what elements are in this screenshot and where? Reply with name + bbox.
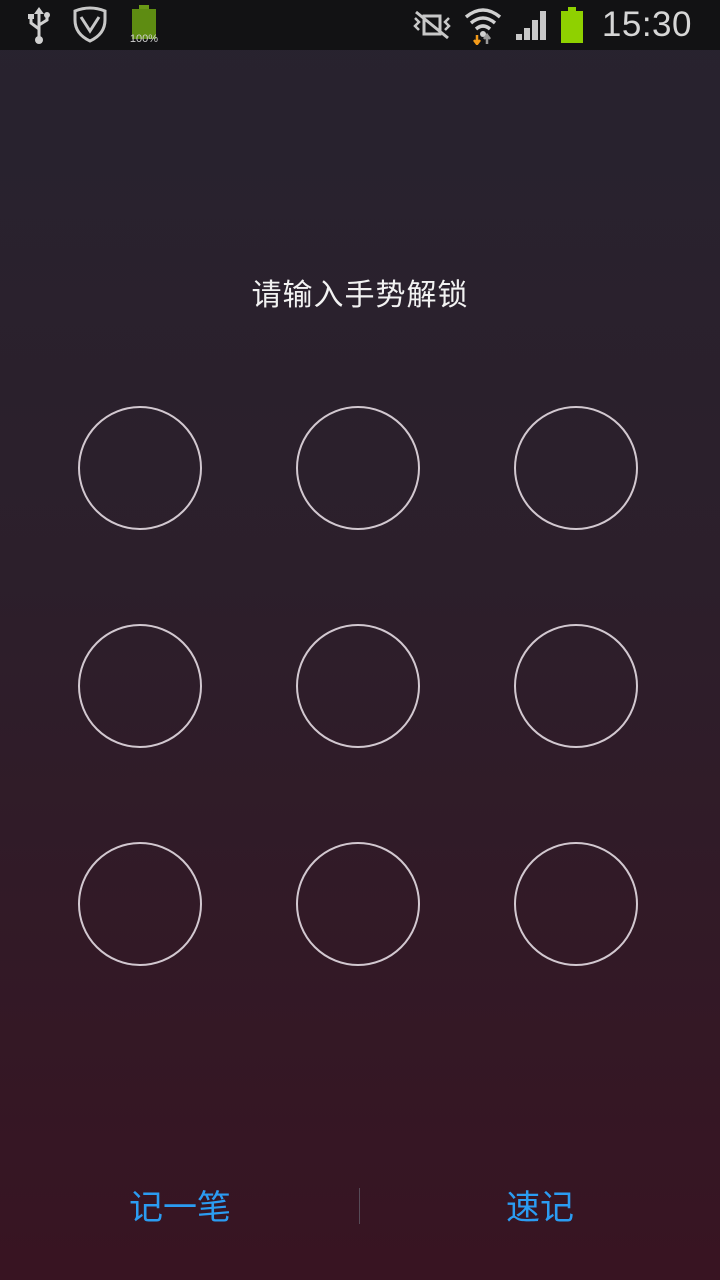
gesture-unlock-prompt: 请输入手势解锁 xyxy=(251,278,469,313)
shield-icon xyxy=(72,6,108,44)
pattern-dot-5[interactable] xyxy=(296,624,420,748)
battery-icon xyxy=(560,6,584,44)
quick-note-button[interactable]: 记一笔 xyxy=(0,1168,360,1248)
pattern-dot-7[interactable] xyxy=(78,842,202,966)
battery-small-percent: 100% xyxy=(129,33,159,45)
status-right: 15:30 xyxy=(412,0,692,50)
pattern-dot-6[interactable] xyxy=(514,624,638,748)
vibrate-mute-icon xyxy=(412,10,452,40)
status-left: 100% xyxy=(24,0,162,50)
pattern-dot-1[interactable] xyxy=(78,406,202,530)
pattern-dot-2[interactable] xyxy=(296,406,420,530)
status-bar: 100% 15:30 xyxy=(0,0,720,50)
pattern-dot-4[interactable] xyxy=(78,624,202,748)
wifi-icon xyxy=(464,5,502,45)
pattern-dot-9[interactable] xyxy=(514,842,638,966)
memo-button[interactable]: 速记 xyxy=(360,1168,720,1248)
pattern-lock-grid[interactable] xyxy=(78,406,642,970)
pattern-dot-3[interactable] xyxy=(514,406,638,530)
clock: 15:30 xyxy=(601,5,692,44)
pattern-dot-8[interactable] xyxy=(296,842,420,966)
battery-small-icon: 100% xyxy=(126,3,162,47)
bottom-actions: 记一笔 速记 xyxy=(0,1168,720,1248)
signal-icon xyxy=(514,8,548,42)
lock-screen: 100% 15:30 请输入手势解锁 记一笔 速记 xyxy=(0,0,720,1280)
usb-icon xyxy=(24,5,54,45)
